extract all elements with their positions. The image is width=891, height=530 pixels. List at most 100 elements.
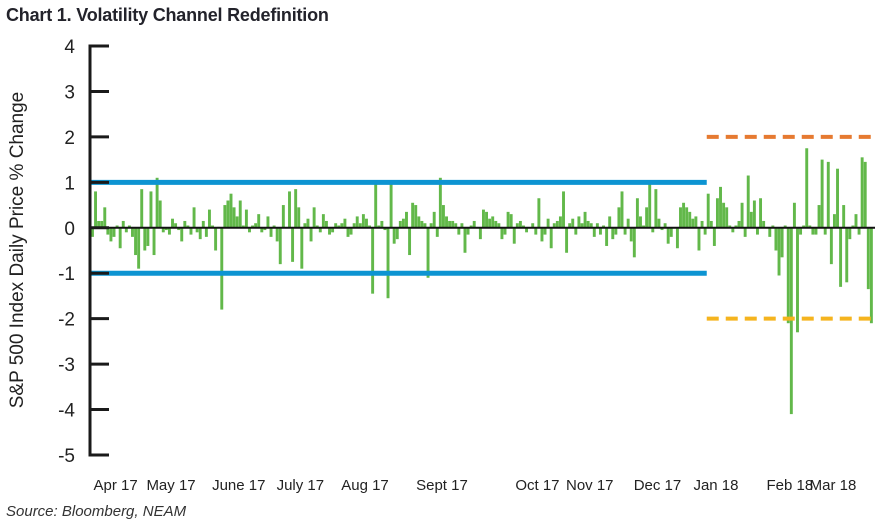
data-bar — [555, 220, 559, 228]
data-bar — [482, 209, 485, 228]
y-tick-label: 4 — [64, 37, 75, 58]
data-bar — [189, 227, 193, 235]
data-bar — [703, 227, 707, 235]
data-bar — [571, 218, 575, 228]
data-bar — [709, 220, 713, 228]
data-bar — [405, 211, 408, 228]
data-bar — [817, 205, 821, 228]
x-tick-label: June 17 — [212, 477, 265, 494]
data-bar — [512, 227, 516, 244]
data-bar — [300, 227, 304, 269]
data-bar — [417, 216, 421, 228]
data-bar — [238, 200, 242, 228]
data-bar — [688, 211, 692, 228]
data-bar — [275, 227, 279, 242]
y-tick-label: -5 — [58, 446, 75, 467]
data-bar — [109, 227, 113, 242]
data-bar — [549, 227, 553, 249]
data-bar — [842, 205, 846, 228]
y-tick-label: -1 — [58, 264, 75, 285]
data-bar — [620, 191, 624, 228]
data-bar — [485, 211, 488, 228]
data-bar — [155, 177, 159, 228]
data-bar — [811, 227, 815, 235]
data-bar — [411, 202, 415, 228]
data-bar — [845, 227, 849, 283]
data-bar — [204, 227, 208, 237]
data-bar — [682, 202, 686, 228]
data-bar — [235, 216, 239, 228]
data-bar — [645, 207, 649, 228]
data-bar — [626, 218, 630, 228]
data-bar — [860, 157, 864, 228]
data-bar — [832, 214, 836, 228]
data-bar — [220, 227, 224, 310]
data-bar — [863, 161, 867, 228]
data-bar — [266, 216, 270, 228]
data-bar — [558, 216, 562, 228]
data-bar — [463, 227, 467, 253]
data-bar — [183, 220, 187, 228]
data-bar — [639, 216, 642, 228]
data-bar — [491, 216, 495, 228]
data-bar — [823, 227, 827, 235]
data-bar — [869, 227, 873, 324]
x-tick-label: Dec 17 — [634, 477, 682, 494]
data-bar — [386, 227, 390, 299]
chart-svg: 4 3 2 1 0 -1 -2 -3 -4 -5 Apr 17 May 17 June 17 July … — [7, 37, 875, 494]
data-bar — [408, 227, 412, 256]
x-axis-labels: Apr 17 May 17 June 17 July 17 Aug 17 Sept 17 O… — [94, 477, 857, 494]
data-bar — [577, 216, 581, 228]
data-bar — [648, 182, 652, 228]
data-bar — [562, 191, 565, 228]
data-bar — [537, 198, 541, 228]
data-bar — [441, 205, 445, 228]
data-bar — [756, 227, 759, 235]
source-note: Source: Bloomberg, NEAM — [6, 503, 187, 520]
y-tick-label: 3 — [64, 82, 75, 103]
x-tick-label: Mar 18 — [810, 477, 857, 494]
y-tick-label: -2 — [58, 310, 75, 331]
x-tick-label: Apr 17 — [94, 477, 138, 494]
data-bar — [131, 227, 134, 237]
data-bar — [829, 227, 833, 265]
data-bar — [792, 202, 796, 228]
data-bar — [669, 227, 673, 237]
data-bar — [805, 148, 809, 228]
data-bar — [398, 220, 402, 228]
data-bar — [737, 220, 741, 228]
data-bar — [294, 189, 298, 228]
x-tick-label: May 17 — [146, 477, 195, 494]
data-bar — [725, 207, 729, 228]
data-bar — [857, 227, 861, 235]
data-bar — [722, 202, 726, 228]
data-bar — [435, 227, 439, 237]
y-tick-label: 0 — [64, 219, 75, 240]
data-bar — [355, 216, 359, 228]
data-bar — [374, 182, 378, 228]
data-bar — [420, 220, 424, 228]
data-bar — [500, 227, 504, 240]
data-bar — [799, 227, 803, 235]
data-bar — [451, 220, 455, 228]
data-bar — [617, 207, 621, 228]
data-bar — [306, 218, 310, 228]
data-bar — [269, 227, 273, 237]
data-bar — [654, 189, 658, 228]
data-bar — [712, 227, 716, 246]
x-tick-label: July 17 — [277, 477, 325, 494]
data-bar — [605, 227, 609, 246]
data-bar — [158, 200, 162, 228]
data-bar — [472, 220, 476, 228]
data-bar — [826, 161, 830, 228]
data-bar — [836, 168, 839, 228]
data-bar — [743, 227, 747, 237]
data-bar — [706, 193, 710, 228]
y-tick-label: 2 — [64, 128, 75, 149]
data-bar — [343, 218, 347, 228]
data-bar — [592, 227, 596, 237]
data-bar — [777, 227, 781, 276]
data-bar — [309, 227, 313, 242]
y-tick-label: -4 — [58, 401, 75, 422]
data-bar — [448, 220, 452, 228]
